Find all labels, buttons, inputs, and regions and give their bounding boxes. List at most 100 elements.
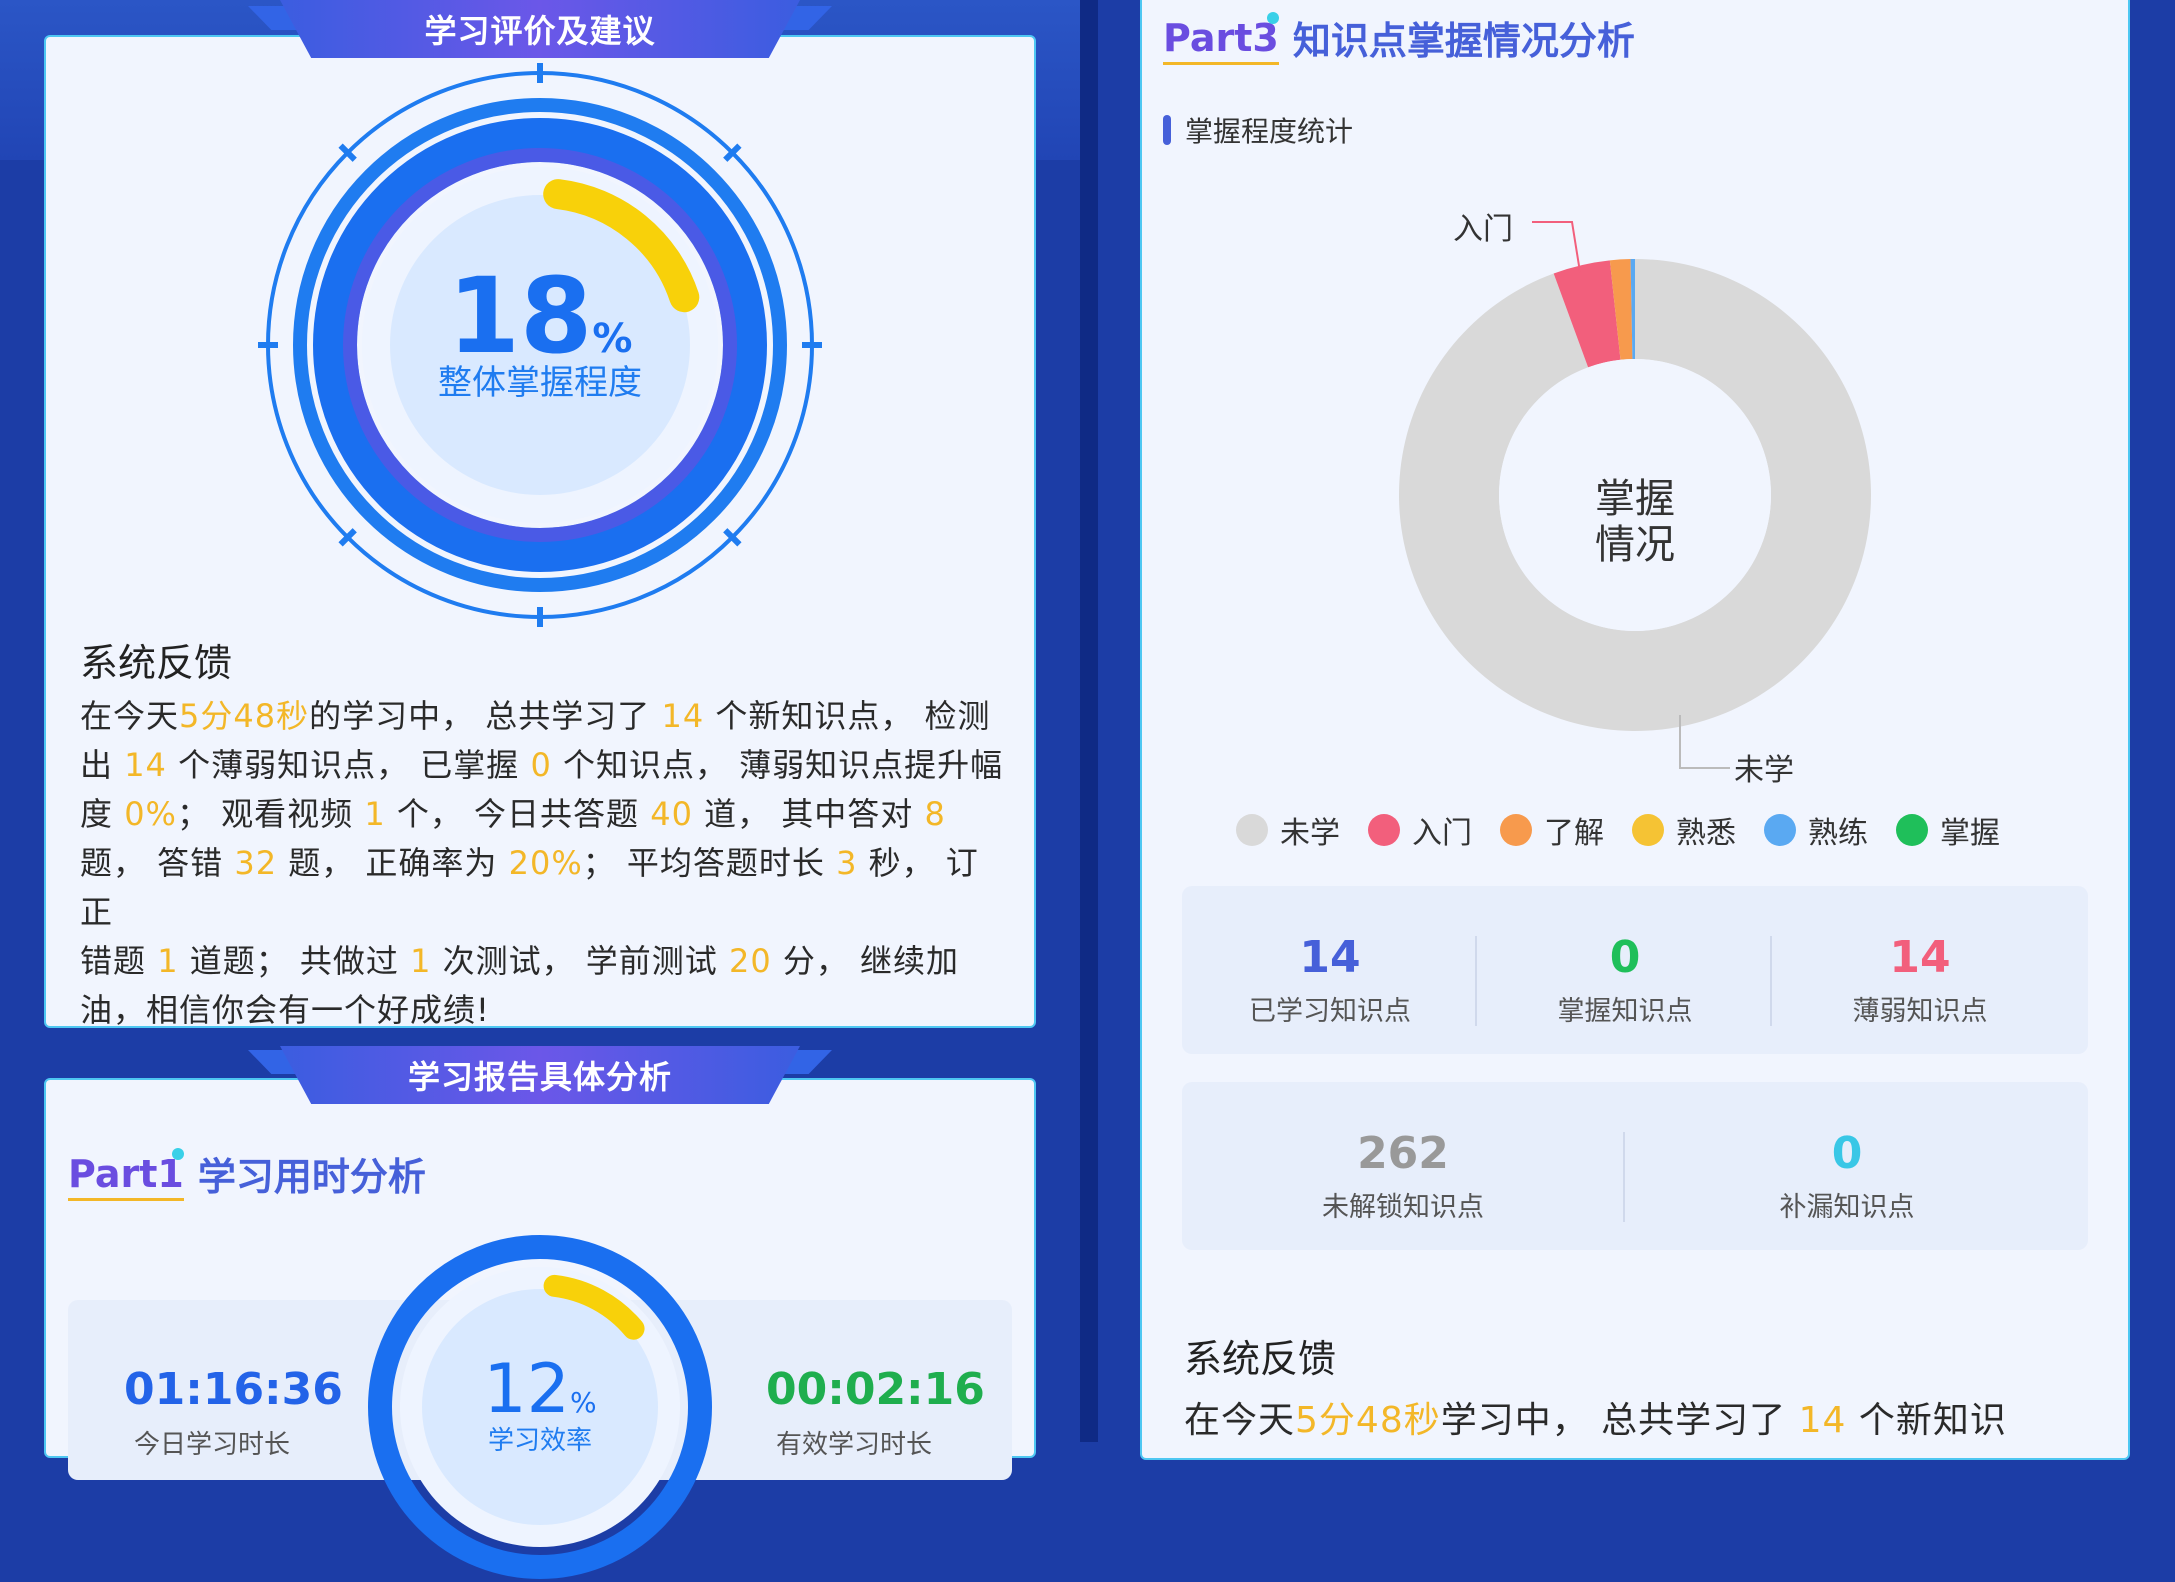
stat-mastered: 0 掌握知识点 <box>1477 932 1773 1028</box>
column-gap <box>1080 0 1098 1442</box>
effective-study-time: 00:02:16 <box>766 1364 985 1415</box>
legend-item: 入门 <box>1368 808 1472 852</box>
feedback-highlight: 32 <box>234 844 278 882</box>
efficiency-percent: 12 <box>483 1350 570 1429</box>
legend-item: 掌握 <box>1896 808 2000 852</box>
efficiency-label: 学习效率 <box>487 1426 592 1456</box>
feedback-run: 分， 继续加 <box>771 942 960 980</box>
stat-remedial-value: 0 <box>1831 1128 1863 1179</box>
legend-item: 未学 <box>1236 808 1340 852</box>
stat-remedial-label: 补漏知识点 <box>1779 1192 1915 1223</box>
legend-label: 熟练 <box>1808 816 1868 851</box>
feedback-highlight: 3 <box>836 844 858 882</box>
feedback-highlight: 5分48秒 <box>1295 1400 1441 1441</box>
feedback-text: 在今天5分48秒的学习中， 总共学习了 14 个新知识点， 检测出 14 个薄弱… <box>80 692 1010 1035</box>
feedback-highlight: 20% <box>508 844 583 882</box>
feedback-run: 出 <box>80 746 125 784</box>
feedback-run: 题， 答错 <box>80 844 235 882</box>
part-tag: Part3 <box>1163 12 1279 65</box>
annotation-intro: 入门 <box>1453 212 1513 247</box>
section-title-evaluation: 学习评价及建议 <box>280 0 800 58</box>
feedback-run: 在今天 <box>80 697 180 735</box>
efficiency-percent-sign: % <box>569 1386 597 1419</box>
part1-name: 学习用时分析 <box>197 1155 426 1199</box>
feedback-run: 错题 <box>80 942 158 980</box>
mastery-subhead: 掌握程度统计 <box>1163 110 1353 150</box>
feedback-highlight: 1 <box>157 942 179 980</box>
part1-heading: Part1 学习用时分析 <box>68 1146 426 1201</box>
feedback-highlight: 14 <box>1798 1400 1847 1441</box>
part3-heading: Part3 知识点掌握情况分析 <box>1163 10 1635 65</box>
feedback-highlight: 1 <box>410 942 432 980</box>
feedback-highlight: 5分48秒 <box>179 697 310 735</box>
feedback-run: 在今天 <box>1184 1400 1296 1441</box>
stat-learned-label: 已学习知识点 <box>1249 996 1411 1027</box>
stat-weak-label: 薄弱知识点 <box>1852 996 1988 1027</box>
feedback-highlight: 8 <box>924 795 946 833</box>
part-dot-icon <box>1266 12 1279 24</box>
feedback-run: 题， 正确率为 <box>277 844 509 882</box>
chart-legend: 未学 入门 了解 熟悉 熟练 掌握 <box>1236 808 2000 852</box>
stat-learned-value: 14 <box>1299 932 1361 983</box>
feedback-line: 出 14 个薄弱知识点， 已掌握 0 个知识点， 薄弱知识点提升幅 <box>80 741 1010 790</box>
stat-locked-value: 262 <box>1357 1128 1449 1179</box>
today-study-time-label: 今日学习时长 <box>134 1430 291 1460</box>
subhead-bar <box>1163 115 1171 145</box>
feedback-run: 的学习中， 总共学习了 <box>309 697 662 735</box>
legend-swatch <box>1368 814 1400 846</box>
feedback-highlight: 1 <box>364 795 386 833</box>
effective-study-time-label: 有效学习时长 <box>776 1430 933 1460</box>
feedback-run: 道题； 共做过 <box>178 942 411 980</box>
feedback-line: 在今天5分48秒的学习中， 总共学习了 14 个新知识点， 检测 <box>80 692 1010 741</box>
feedback-run: 次测试， 学前测试 <box>431 942 729 980</box>
feedback-highlight: 14 <box>661 697 705 735</box>
feedback-highlight: 0% <box>124 795 177 833</box>
legend-label: 了解 <box>1544 816 1604 851</box>
stat-weak-value: 14 <box>1889 932 1951 983</box>
feedback-line: 度 0%； 观看视频 1 个， 今日共答题 40 道， 其中答对 8 <box>80 790 1010 839</box>
legend-label: 熟悉 <box>1676 816 1736 851</box>
feedback-run: 个知识点， 薄弱知识点提升幅 <box>551 746 1004 784</box>
stat-weak: 14 薄弱知识点 <box>1772 932 2068 1028</box>
feedback-title-right: 系统反馈 <box>1184 1337 1337 1381</box>
feedback-run: 道， 其中答对 <box>692 795 925 833</box>
stat-locked: 262 未解锁知识点 <box>1182 1128 1624 1224</box>
today-study-time: 01:16:36 <box>124 1364 343 1415</box>
legend-swatch <box>1764 814 1796 846</box>
stat-mastered-label: 掌握知识点 <box>1557 996 1693 1027</box>
feedback-run: 度 <box>80 795 125 833</box>
legend-item: 了解 <box>1500 808 1604 852</box>
feedback-run: 个新知识点， 检测 <box>704 697 991 735</box>
annotation-unlearned: 未学 <box>1734 753 1794 788</box>
legend-item: 熟悉 <box>1632 808 1736 852</box>
annotation-leaders <box>1532 221 1730 769</box>
legend-swatch <box>1632 814 1664 846</box>
section-title-analysis: 学习报告具体分析 <box>280 1046 800 1104</box>
subhead-text: 掌握程度统计 <box>1185 115 1354 148</box>
feedback-run: 个新知识 <box>1846 1400 2007 1441</box>
feedback-line: 错题 1 道题； 共做过 1 次测试， 学前测试 20 分， 继续加 <box>80 937 1010 986</box>
feedback-highlight: 0 <box>530 746 552 784</box>
feedback-run: 学习中， 总共学习了 <box>1440 1400 1799 1441</box>
part-tag: Part1 <box>68 1148 184 1201</box>
part3-name: 知识点掌握情况分析 <box>1292 19 1635 63</box>
legend-item: 熟练 <box>1764 808 1868 852</box>
feedback-run: 个， 今日共答题 <box>385 795 651 833</box>
efficiency-value: 12% <box>365 1350 715 1429</box>
feedback-run: 个薄弱知识点， 已掌握 <box>166 746 531 784</box>
feedback-highlight: 40 <box>650 795 693 833</box>
feedback-highlight: 20 <box>728 942 772 980</box>
feedback-run: 油，相信你会有一个好成绩! <box>80 991 490 1029</box>
stat-learned: 14 已学习知识点 <box>1182 932 1478 1028</box>
legend-swatch <box>1500 814 1532 846</box>
part-dot-icon <box>171 1148 184 1160</box>
legend-label: 未学 <box>1280 816 1340 851</box>
stat-mastered-value: 0 <box>1609 932 1641 983</box>
feedback-text-right: 在今天5分48秒学习中， 总共学习了 14 个新知识 <box>1184 1396 2084 1445</box>
legend-label: 入门 <box>1412 816 1472 851</box>
feedback-line: 油，相信你会有一个好成绩! <box>80 986 1010 1035</box>
legend-swatch <box>1236 814 1268 846</box>
gauge-label: 整体掌握程度 <box>438 363 642 403</box>
stat-locked-label: 未解锁知识点 <box>1322 1192 1484 1223</box>
feedback-run: ； 观看视频 <box>176 795 365 833</box>
